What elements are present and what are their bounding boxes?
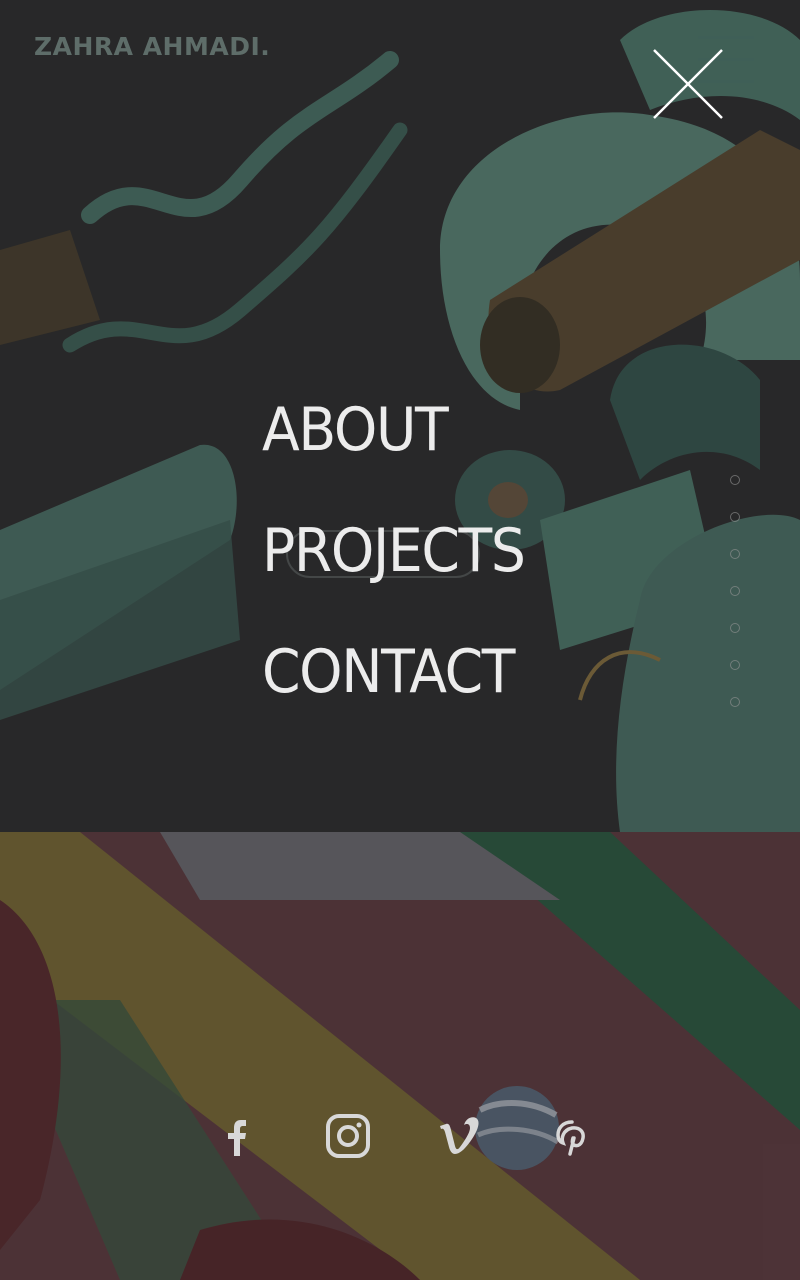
pager-dot[interactable] <box>730 623 740 633</box>
pager-dot[interactable] <box>730 586 740 596</box>
slide-pager <box>730 475 740 734</box>
pager-dot[interactable] <box>730 512 740 522</box>
page: ZAHRA AHMADI. ABOUT PROJECTS CONTACT <box>0 0 800 1280</box>
pager-dot[interactable] <box>730 475 740 485</box>
vimeo-icon[interactable] <box>436 1108 492 1164</box>
main-menu: ABOUT PROJECTS CONTACT <box>262 400 547 763</box>
menu-item-contact[interactable]: CONTACT <box>262 642 525 702</box>
facebook-icon[interactable] <box>214 1108 270 1164</box>
pager-dot[interactable] <box>730 697 740 707</box>
pager-dot[interactable] <box>730 660 740 670</box>
pinterest-icon[interactable] <box>548 1108 604 1164</box>
brand-logo[interactable]: ZAHRA AHMADI. <box>34 32 270 61</box>
instagram-icon[interactable] <box>324 1108 380 1164</box>
social-links <box>214 1108 594 1168</box>
menu-item-about[interactable]: ABOUT <box>262 400 525 460</box>
close-icon <box>653 49 723 119</box>
pager-dot[interactable] <box>730 549 740 559</box>
menu-item-projects[interactable]: PROJECTS <box>262 521 526 581</box>
close-menu-button[interactable] <box>650 46 726 122</box>
